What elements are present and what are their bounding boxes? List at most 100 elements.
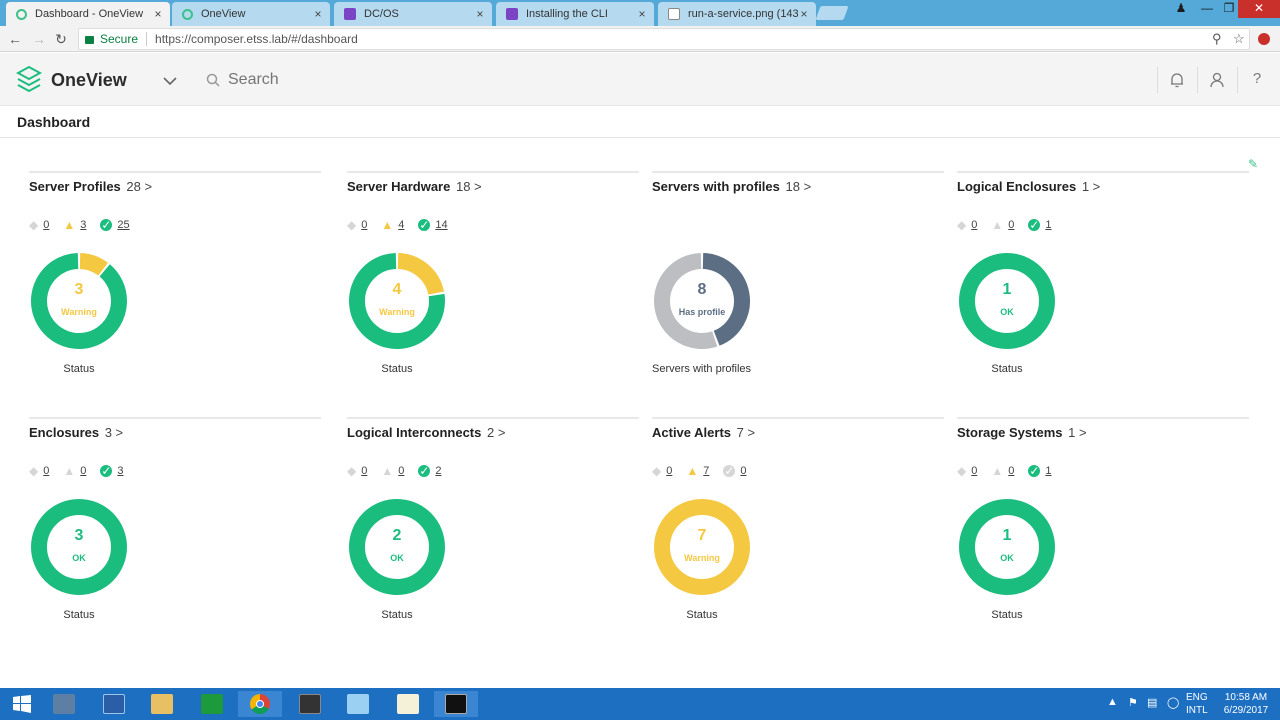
warning-segment[interactable] (79, 253, 108, 276)
panel-title-link[interactable]: Logical Enclosures 1 > (957, 179, 1100, 194)
command-prompt-icon[interactable] (434, 691, 478, 717)
status-count-warning[interactable]: 0 (1008, 219, 1014, 231)
profile-donut[interactable] (652, 251, 752, 351)
status-count-warning[interactable]: 0 (398, 465, 404, 477)
forward-icon[interactable]: → (30, 30, 48, 48)
bell-icon[interactable] (1168, 71, 1186, 89)
tab-oneview[interactable]: OneView × (172, 2, 330, 26)
help-icon[interactable]: ? (1248, 70, 1266, 88)
panel-count[interactable]: 28 > (126, 179, 152, 194)
ok-segment[interactable] (31, 253, 127, 349)
reload-icon[interactable]: ↻ (52, 30, 70, 48)
status-count-unknown[interactable]: 0 (666, 465, 672, 477)
status-count-warning[interactable]: 0 (80, 465, 86, 477)
tab-dashboard-oneview[interactable]: Dashboard - OneView × (6, 2, 170, 26)
user-icon[interactable] (1208, 71, 1226, 89)
windows-start-icon[interactable] (0, 691, 44, 717)
volume-muted-icon[interactable]: ◯ (1167, 696, 1179, 709)
status-donut[interactable] (957, 497, 1057, 597)
panel-count[interactable]: 1 > (1082, 179, 1100, 194)
tab-dcos[interactable]: DC/OS × (334, 2, 492, 26)
close-tab-icon[interactable]: × (474, 7, 486, 21)
panel-title-link[interactable]: Server Hardware 18 > (347, 179, 482, 194)
close-tab-icon[interactable]: × (798, 7, 810, 21)
app-brand[interactable]: OneView (51, 70, 127, 91)
status-count-warning[interactable]: 3 (80, 219, 86, 231)
status-count-unknown[interactable]: 0 (971, 219, 977, 231)
panel-count[interactable]: 2 > (487, 425, 505, 440)
close-tab-icon[interactable]: × (152, 7, 164, 21)
status-count-unknown[interactable]: 0 (361, 465, 367, 477)
status-count-warning[interactable]: 4 (398, 219, 404, 231)
panel-count[interactable]: 7 > (737, 425, 755, 440)
edit-pencil-icon[interactable]: ✎ (1248, 157, 1258, 171)
chevron-down-icon[interactable] (163, 76, 177, 86)
show-hidden-icons-icon[interactable]: ▲ (1107, 696, 1118, 708)
panel-count[interactable]: 18 > (786, 179, 812, 194)
warning-icon: ▲ (381, 218, 394, 232)
status-donut[interactable] (652, 497, 752, 597)
ok-segment[interactable] (349, 499, 445, 595)
ok-segment[interactable] (959, 499, 1055, 595)
network-icon[interactable]: ▤ (1147, 696, 1157, 709)
panel-title-link[interactable]: Active Alerts 7 > (652, 425, 755, 440)
close-tab-icon[interactable]: × (636, 7, 648, 21)
close-tab-icon[interactable]: × (312, 7, 324, 21)
file-explorer-icon[interactable] (140, 691, 184, 717)
status-count-ok[interactable]: 14 (435, 219, 447, 231)
status-count-warning[interactable]: 0 (1008, 465, 1014, 477)
status-count-unknown[interactable]: 0 (43, 219, 49, 231)
panel-storage-systems: Storage Systems 1 > ◆ 0 ▲ 0 ✓ 1 1 OK Status (957, 417, 1249, 647)
status-donut[interactable] (347, 251, 447, 351)
status-count-ok[interactable]: 25 (117, 219, 129, 231)
panel-title-link[interactable]: Logical Interconnects 2 > (347, 425, 505, 440)
ok-segment[interactable] (959, 253, 1055, 349)
search-input[interactable] (228, 71, 528, 89)
panel-count[interactable]: 18 > (456, 179, 482, 194)
input-language[interactable]: ENG INTL (1186, 691, 1208, 717)
tab-run-a-service-png[interactable]: run-a-service.png (1438 × (658, 2, 816, 26)
status-count-unknown[interactable]: 0 (43, 465, 49, 477)
notepad-icon[interactable] (336, 691, 380, 717)
no-profile-segment[interactable] (654, 253, 718, 349)
system-clock[interactable]: 10:58 AM 6/29/2017 (1216, 691, 1276, 717)
new-tab-button[interactable] (815, 6, 849, 20)
app-header: OneView ? (0, 53, 1280, 106)
close-window-icon[interactable]: ✕ (1238, 0, 1280, 18)
panel-title-link[interactable]: Storage Systems 1 > (957, 425, 1087, 440)
store-icon[interactable] (190, 691, 234, 717)
status-count-ok[interactable]: 0 (740, 465, 746, 477)
status-count-ok[interactable]: 1 (1045, 465, 1051, 477)
status-count-ok[interactable]: 3 (117, 465, 123, 477)
powershell-icon[interactable] (92, 691, 136, 717)
status-donut[interactable] (957, 251, 1057, 351)
chrome-icon[interactable] (238, 691, 282, 717)
panel-count[interactable]: 3 > (105, 425, 123, 440)
url-field[interactable]: Secure https://composer.etss.lab/#/dashb… (78, 28, 1250, 50)
panel-count[interactable]: 1 > (1068, 425, 1086, 440)
status-count-ok[interactable]: 2 (435, 465, 441, 477)
has-profile-segment[interactable] (702, 253, 750, 346)
terminal-app-icon[interactable] (288, 691, 332, 717)
status-donut[interactable] (347, 497, 447, 597)
panel-title-link[interactable]: Servers with profiles 18 > (652, 179, 811, 194)
status-count-ok[interactable]: 1 (1045, 219, 1051, 231)
status-count-unknown[interactable]: 0 (971, 465, 977, 477)
tab-installing-the-cli[interactable]: Installing the CLI × (496, 2, 654, 26)
user-profile-icon[interactable]: ♟ (1168, 0, 1194, 18)
panel-title-link[interactable]: Enclosures 3 > (29, 425, 123, 440)
status-donut[interactable] (29, 497, 129, 597)
bookmark-star-icon[interactable]: ☆ (1233, 31, 1245, 47)
server-manager-icon[interactable] (42, 691, 86, 717)
action-center-flag-icon[interactable]: ⚑ (1128, 696, 1138, 709)
status-count-unknown[interactable]: 0 (361, 219, 367, 231)
extension-icon[interactable] (1258, 33, 1270, 45)
status-donut[interactable] (29, 251, 129, 351)
panel-title-link[interactable]: Server Profiles 28 > (29, 179, 152, 194)
warning-segment[interactable] (654, 499, 750, 595)
back-icon[interactable]: ← (6, 30, 24, 48)
key-icon[interactable]: ⚲ (1212, 31, 1222, 47)
ok-segment[interactable] (31, 499, 127, 595)
paint-icon[interactable] (386, 691, 430, 717)
status-count-warning[interactable]: 7 (703, 465, 709, 477)
